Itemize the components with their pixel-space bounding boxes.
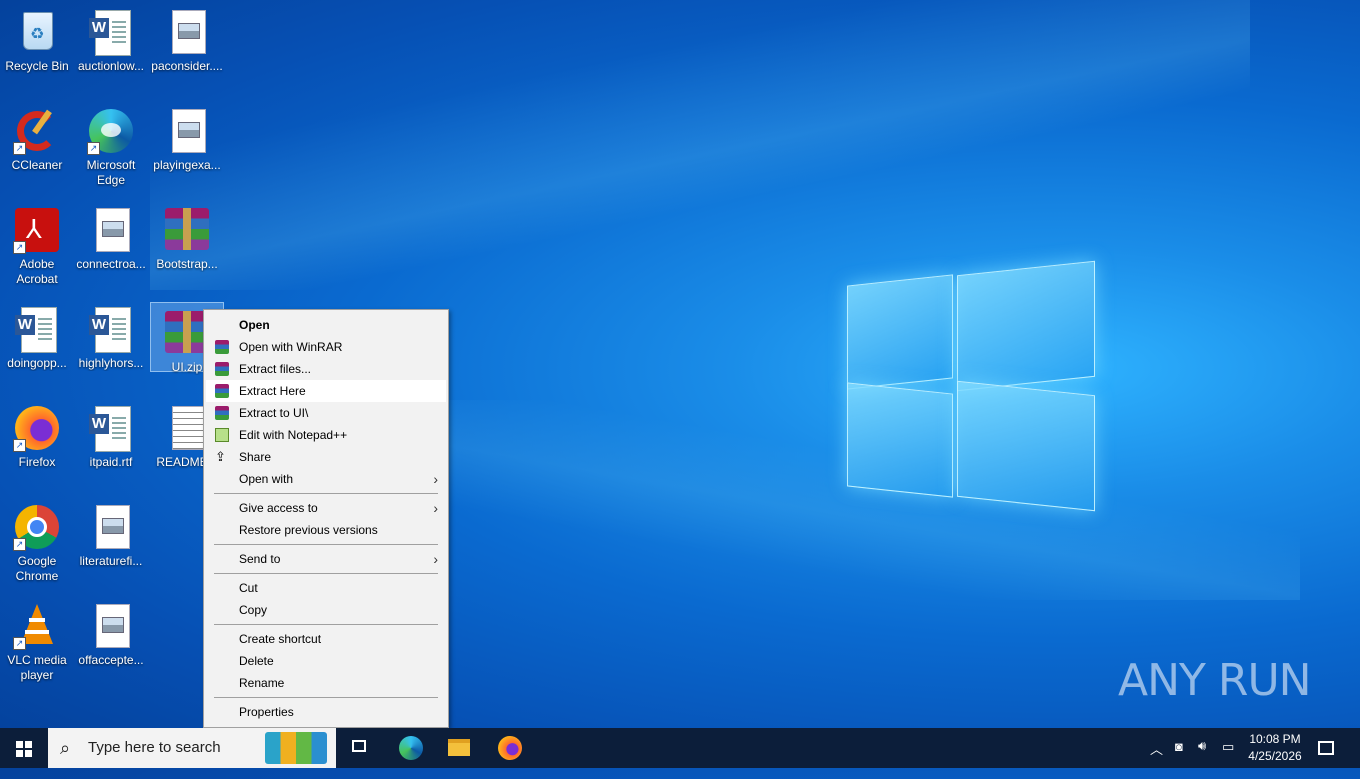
menu-separator bbox=[214, 493, 438, 494]
menu-item-share[interactable]: ⇪ Share bbox=[206, 446, 446, 468]
desktop-icon-adobe-acrobat[interactable]: ⅄ ↗ Adobe Acrobat bbox=[0, 200, 74, 292]
ccleaner-icon: ↗ bbox=[13, 107, 61, 155]
winrar-icon bbox=[215, 406, 229, 420]
taskbar-clock[interactable]: 10:08 PM 4/25/2026 bbox=[1240, 731, 1310, 765]
windows-wallpaper-logo bbox=[845, 258, 1095, 513]
image-file-icon bbox=[87, 503, 135, 551]
desktop-icon-bootstrap[interactable]: Bootstrap... bbox=[150, 200, 224, 292]
taskbar: ⌕ Type here to search ︿ ◙ 🔊︎ ▭ 10:08 PM … bbox=[0, 728, 1360, 768]
menu-item-cut[interactable]: Cut bbox=[206, 577, 446, 599]
menu-item-edit-with-notepad[interactable]: Edit with Notepad++ bbox=[206, 424, 446, 446]
desktop-icon-itpaid-rtf[interactable]: W itpaid.rtf bbox=[74, 398, 148, 490]
menu-item-extract-here[interactable]: Extract Here bbox=[206, 380, 446, 402]
share-icon: ⇪ bbox=[215, 449, 226, 464]
menu-item-copy[interactable]: Copy bbox=[206, 599, 446, 621]
desktop-icon-playingexa[interactable]: playingexa... bbox=[150, 101, 224, 193]
context-menu: Open Open with WinRAR Extract files... E… bbox=[203, 309, 449, 728]
menu-item-open[interactable]: Open bbox=[206, 314, 446, 336]
search-highlight-image bbox=[265, 732, 327, 764]
menu-separator bbox=[214, 697, 438, 698]
winrar-icon bbox=[215, 362, 229, 376]
notepad-plus-plus-icon bbox=[215, 428, 229, 442]
menu-separator bbox=[214, 573, 438, 574]
anyrun-watermark: ANY RUN bbox=[1118, 655, 1312, 706]
image-file-icon bbox=[87, 206, 135, 254]
menu-item-send-to[interactable]: Send to › bbox=[206, 548, 446, 570]
word-document-icon: W bbox=[87, 8, 135, 56]
menu-item-create-shortcut[interactable]: Create shortcut bbox=[206, 628, 446, 650]
menu-item-open-with[interactable]: Open with › bbox=[206, 468, 446, 490]
edge-icon bbox=[399, 736, 423, 760]
volume-button[interactable]: 🔊︎ bbox=[1198, 738, 1218, 778]
menu-item-open-with-winrar[interactable]: Open with WinRAR bbox=[206, 336, 446, 358]
desktop-icon-google-chrome[interactable]: ↗ Google Chrome bbox=[0, 497, 74, 589]
task-view-button[interactable] bbox=[336, 728, 384, 768]
menu-item-extract-files[interactable]: Extract files... bbox=[206, 358, 446, 380]
folder-icon bbox=[448, 739, 470, 756]
menu-item-delete[interactable]: Delete bbox=[206, 650, 446, 672]
desktop-icon-literaturefi[interactable]: literaturefi... bbox=[74, 497, 148, 589]
acrobat-icon: ⅄ ↗ bbox=[13, 206, 61, 254]
desktop-icon-doingopp[interactable]: W doingopp... bbox=[0, 299, 74, 391]
menu-item-restore-previous-versions[interactable]: Restore previous versions bbox=[206, 519, 446, 541]
speaker-icon: 🔊︎ bbox=[1198, 738, 1207, 753]
menu-item-properties[interactable]: Properties bbox=[206, 701, 446, 723]
chevron-up-icon: ︿ bbox=[1150, 742, 1164, 757]
action-center-button[interactable] bbox=[1318, 738, 1338, 778]
recycle-bin-icon: ♻ bbox=[13, 8, 61, 56]
word-document-icon: W bbox=[87, 404, 135, 452]
image-file-icon bbox=[87, 602, 135, 650]
notifications-icon bbox=[1318, 741, 1334, 755]
desktop-icon-paconsider[interactable]: paconsider.... bbox=[150, 2, 224, 94]
desktop-icon-ccleaner[interactable]: ↗ CCleaner bbox=[0, 101, 74, 193]
winrar-icon bbox=[215, 340, 229, 354]
network-icon: ▭ bbox=[1222, 739, 1235, 754]
menu-separator bbox=[214, 624, 438, 625]
meet-now-button[interactable]: ◙ bbox=[1175, 739, 1193, 779]
desktop-icon-firefox[interactable]: ↗ Firefox bbox=[0, 398, 74, 490]
desktop-icon-connectroa[interactable]: connectroa... bbox=[74, 200, 148, 292]
desktop-icon-vlc[interactable]: ↗ VLC media player bbox=[0, 596, 74, 688]
chrome-icon: ↗ bbox=[13, 503, 61, 551]
task-view-icon bbox=[352, 740, 366, 752]
desktop-icon-offaccepte[interactable]: offaccepte... bbox=[74, 596, 148, 688]
wallpaper-beam bbox=[300, 400, 1300, 600]
search-icon: ⌕ bbox=[60, 738, 71, 758]
menu-separator bbox=[214, 544, 438, 545]
menu-item-extract-to-ui[interactable]: Extract to UI\ bbox=[206, 402, 446, 424]
taskbar-file-explorer-button[interactable] bbox=[435, 728, 483, 768]
show-hidden-icons-button[interactable]: ︿ bbox=[1150, 739, 1168, 779]
desktop-icon-auctionlow[interactable]: W auctionlow... bbox=[74, 2, 148, 94]
taskbar-search-box[interactable]: ⌕ Type here to search bbox=[48, 728, 336, 768]
word-document-icon: W bbox=[87, 305, 135, 353]
webcam-icon: ◙ bbox=[1175, 739, 1183, 754]
chevron-right-icon: › bbox=[433, 471, 438, 487]
chevron-right-icon: › bbox=[433, 500, 438, 516]
taskbar-firefox-button[interactable] bbox=[485, 728, 533, 768]
network-button[interactable]: ▭ bbox=[1222, 739, 1240, 779]
wallpaper-beam bbox=[150, 0, 1250, 290]
winrar-archive-icon bbox=[163, 206, 211, 254]
windows-logo-icon bbox=[16, 741, 32, 757]
menu-item-rename[interactable]: Rename bbox=[206, 672, 446, 694]
firefox-icon: ↗ bbox=[13, 404, 61, 452]
image-file-icon bbox=[163, 107, 211, 155]
edge-icon: ↗ bbox=[87, 107, 135, 155]
desktop-icon-highlyhors[interactable]: W highlyhors... bbox=[74, 299, 148, 391]
winrar-icon bbox=[215, 384, 229, 398]
desktop-icon-recycle-bin[interactable]: ♻ Recycle Bin bbox=[0, 2, 74, 94]
vlc-icon: ↗ bbox=[13, 602, 61, 650]
start-button[interactable] bbox=[0, 728, 48, 768]
firefox-icon bbox=[498, 736, 522, 760]
clock-time: 10:08 PM bbox=[1249, 732, 1301, 746]
desktop-icon-microsoft-edge[interactable]: ↗ Microsoft Edge bbox=[74, 101, 148, 193]
image-file-icon bbox=[163, 8, 211, 56]
clock-date: 4/25/2026 bbox=[1248, 749, 1302, 763]
chevron-right-icon: › bbox=[433, 551, 438, 567]
taskbar-edge-button[interactable] bbox=[386, 728, 434, 768]
word-document-icon: W bbox=[13, 305, 61, 353]
menu-item-give-access-to[interactable]: Give access to › bbox=[206, 497, 446, 519]
